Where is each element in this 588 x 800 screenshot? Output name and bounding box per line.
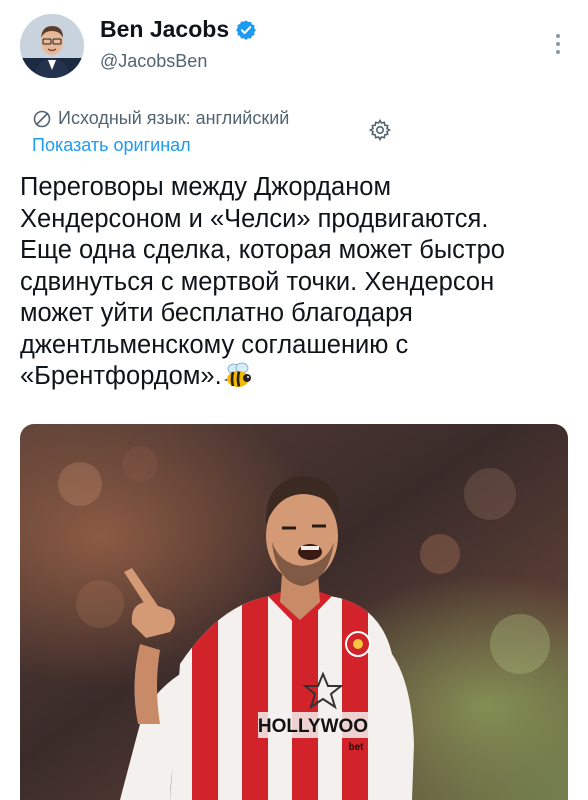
- tweet-line-text: «Брентфордом».: [20, 362, 222, 390]
- author-name[interactable]: Ben Jacobs: [100, 16, 229, 43]
- author-avatar[interactable]: [20, 14, 84, 78]
- tweet-text: Переговоры между Джорданом Хендерсоном и…: [20, 172, 570, 393]
- show-original-link[interactable]: Показать оригинал: [32, 135, 191, 156]
- tweet-line-last: «Брентфордом».: [20, 361, 570, 393]
- sponsor-text: HOLLYWOO: [258, 716, 368, 737]
- tweet-line: сдвинуться с мертвой точки. Хендерсон: [20, 267, 495, 296]
- author-handle[interactable]: @JacobsBen: [100, 51, 257, 72]
- author-name-row: Ben Jacobs: [100, 16, 257, 43]
- tweet-line: Переговоры между Джорданом: [20, 173, 391, 201]
- more-options-icon[interactable]: [554, 34, 562, 54]
- settings-gear-icon[interactable]: [368, 118, 392, 142]
- translation-language-row: Исходный язык: английский: [32, 108, 289, 129]
- sponsor-subtext: bet: [349, 742, 365, 753]
- tweet-media-image[interactable]: HOLLYWOO bet: [20, 424, 568, 800]
- source-language-label: Исходный язык: английский: [58, 108, 290, 128]
- verified-badge-icon: [236, 19, 257, 40]
- tweet-line: Еще одна сделка, которая может быстро: [20, 236, 505, 264]
- tweet-line: может уйти бесплатно благодаря: [20, 299, 413, 327]
- bee-emoji: [223, 362, 251, 387]
- translate-globe-icon: [33, 110, 51, 127]
- tweet-line: джентльменскому соглашению с: [20, 330, 409, 359]
- translation-notice: Исходный язык: английский Показать ориги…: [32, 108, 289, 156]
- author-block: Ben Jacobs @JacobsBen: [100, 16, 257, 72]
- tweet-line: Хендерсоном и «Челси» продвигаются.: [20, 204, 489, 233]
